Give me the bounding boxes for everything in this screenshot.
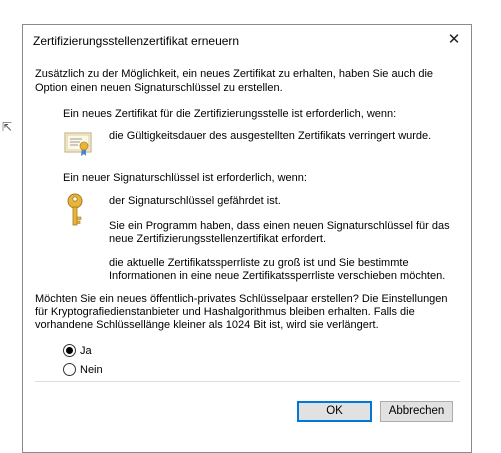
radio-label: Nein [80, 363, 103, 376]
ok-button[interactable]: OK [297, 401, 372, 422]
key-icon [65, 193, 87, 230]
radio-option-nein[interactable]: Nein [63, 363, 103, 376]
intro-text-line2: Option einen neuen Signaturschlüssel zu … [35, 82, 283, 94]
radio-option-ja[interactable]: Ja [63, 344, 92, 357]
dialog-title: Zertifizierungsstellenzertifikat erneuer… [33, 34, 240, 48]
question-line2: für Kryptografiedienstanbieter und Hasha… [35, 306, 415, 318]
question-line3: vorhandene Schlüssellänge kleiner als 10… [35, 319, 379, 331]
cursor-icon: ⇱ [2, 120, 13, 134]
close-button[interactable]: ✕ [437, 25, 471, 55]
background-window-edge [0, 0, 22, 453]
title-bar: Zertifizierungsstellenzertifikat erneuer… [23, 25, 471, 55]
cert-heading: Ein neues Zertifikat für die Zertifizier… [63, 108, 397, 120]
certificate-icon [63, 128, 93, 161]
radio-button[interactable] [63, 344, 76, 357]
separator [35, 381, 460, 382]
cert-reason: die Gültigkeitsdauer des ausgestellten Z… [109, 130, 432, 142]
key-reason-program-line2: neue Zertifizierungsstellenzertifikat er… [109, 233, 327, 245]
key-reason-crl-line2: Informationen in eine neue Zertifikatssp… [109, 270, 446, 282]
radio-label: Ja [80, 344, 92, 357]
key-reason-crl-line1: die aktuelle Zertifikatssperrliste zu gr… [109, 257, 409, 269]
key-reason-program-line1: Sie ein Programm haben, dass einen neuen… [109, 220, 450, 232]
key-reason-compromised: der Signaturschlüssel gefährdet ist. [109, 195, 281, 207]
intro-text-line1: Zusätzlich zu der Möglichkeit, ein neues… [35, 68, 434, 80]
radio-button[interactable] [63, 363, 76, 376]
question-line1: Möchten Sie ein neues öffentlich-private… [35, 293, 448, 305]
cancel-button[interactable]: Abbrechen [380, 401, 453, 422]
background-window-right [472, 0, 501, 453]
renew-ca-certificate-dialog: Zertifizierungsstellenzertifikat erneuer… [22, 24, 472, 453]
key-heading: Ein neuer Signaturschlüssel ist erforder… [63, 172, 307, 184]
